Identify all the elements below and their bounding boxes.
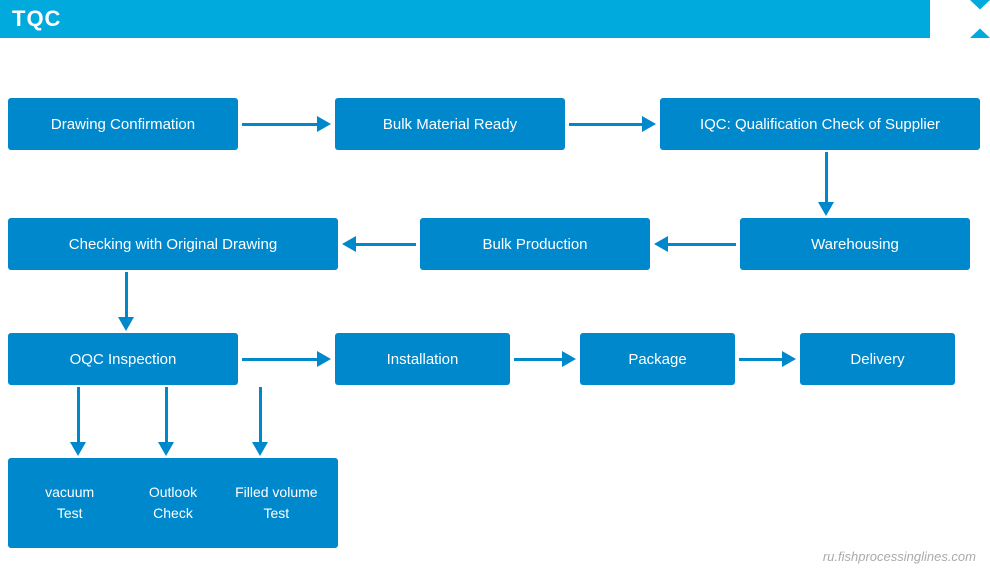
box-drawing-confirmation: Drawing Confirmation bbox=[8, 98, 238, 150]
arrow-oqc-down-3 bbox=[252, 386, 268, 456]
arrow-r1-1 bbox=[240, 116, 332, 132]
arrow-iqc-down bbox=[818, 151, 834, 216]
outlook-check-label: Outlook Check bbox=[121, 482, 224, 524]
box-iqc: IQC: Qualification Check of Supplier bbox=[660, 98, 980, 150]
box-warehousing: Warehousing bbox=[740, 218, 970, 270]
header-title: TQC bbox=[0, 6, 61, 32]
box-bulk-production: Bulk Production bbox=[420, 218, 650, 270]
box-bulk-material: Bulk Material Ready bbox=[335, 98, 565, 150]
arrow-r2-1 bbox=[652, 236, 737, 252]
arrow-r2-2 bbox=[340, 236, 417, 252]
arrow-r1-2 bbox=[567, 116, 657, 132]
box-package: Package bbox=[580, 333, 735, 385]
content-area: Drawing Confirmation Bulk Material Ready… bbox=[0, 38, 990, 578]
box-delivery: Delivery bbox=[800, 333, 955, 385]
arrow-r3-1 bbox=[240, 351, 332, 367]
arrow-r3-2 bbox=[512, 351, 577, 367]
box-oqc-inspection: OQC Inspection bbox=[8, 333, 238, 385]
box-checking-original: Checking with Original Drawing bbox=[8, 218, 338, 270]
arrow-r3-3 bbox=[737, 351, 797, 367]
arrow-check-down bbox=[118, 271, 134, 331]
filled-volume-test-label: Filled volume Test bbox=[225, 482, 328, 524]
box-bottom-tests: vacuum Test Outlook Check Filled volume … bbox=[8, 458, 338, 548]
header-arrow-icon bbox=[930, 0, 990, 38]
arrow-oqc-down-2 bbox=[158, 386, 174, 456]
header: TQC bbox=[0, 0, 990, 38]
watermark: ru.fishprocessinglines.com bbox=[823, 549, 976, 564]
box-installation: Installation bbox=[335, 333, 510, 385]
vacuum-test-label: vacuum Test bbox=[18, 482, 121, 524]
arrow-oqc-down-1 bbox=[70, 386, 86, 456]
